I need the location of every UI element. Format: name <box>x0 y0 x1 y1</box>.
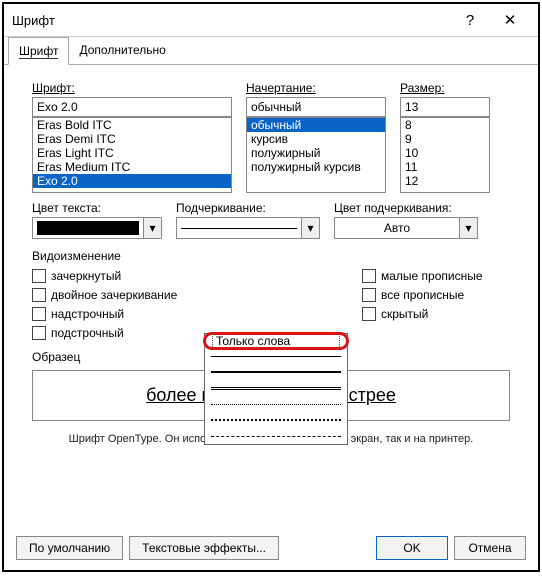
underline-option-single[interactable] <box>205 348 347 364</box>
tab-font-label: Шрифт <box>19 44 58 59</box>
underline-dropdown-list[interactable]: Только слова <box>204 333 348 445</box>
dialog-content: Шрифт: Eras Bold ITC Eras Demi ITC Eras … <box>4 65 538 453</box>
tab-strip: Шрифт Дополнительно <box>4 36 538 65</box>
font-listbox[interactable]: Eras Bold ITC Eras Demi ITC Eras Light I… <box>32 117 232 193</box>
list-item[interactable]: Eras Medium ITC <box>33 160 231 174</box>
underline-option-double[interactable] <box>205 380 347 396</box>
list-item[interactable]: Exo 2.0 <box>33 174 231 188</box>
font-color-combo[interactable]: ▾ <box>32 217 162 239</box>
color-swatch <box>37 221 139 235</box>
size-input[interactable] <box>400 97 490 117</box>
style-label: Начертание: <box>246 81 386 95</box>
check-double-strikethrough[interactable]: двойное зачеркивание <box>32 288 212 302</box>
chevron-down-icon: ▾ <box>143 218 161 238</box>
underline-label: Подчеркивание: <box>176 201 320 215</box>
font-input[interactable] <box>32 97 232 117</box>
list-item[interactable]: 10 <box>401 146 489 160</box>
chevron-down-icon: ▾ <box>459 218 477 238</box>
style-input[interactable] <box>246 97 386 117</box>
list-item[interactable]: обычный <box>247 118 385 132</box>
size-label: Размер: <box>400 81 490 95</box>
list-item[interactable]: 11 <box>401 160 489 174</box>
list-item[interactable]: Eras Demi ITC <box>33 132 231 146</box>
check-allcaps[interactable]: все прописные <box>362 288 483 302</box>
list-item[interactable]: Eras Bold ITC <box>33 118 231 132</box>
list-item[interactable]: 12 <box>401 174 489 188</box>
underline-color-label: Цвет подчеркивания: <box>334 201 478 215</box>
cancel-button[interactable]: Отмена <box>454 536 526 560</box>
list-item[interactable]: курсив <box>247 132 385 146</box>
list-item[interactable]: полужирный курсив <box>247 160 385 174</box>
underline-combo[interactable]: ▾ <box>176 217 320 239</box>
list-item[interactable]: 9 <box>401 132 489 146</box>
underline-color-value: Авто <box>335 218 459 238</box>
font-dialog: Шрифт ? ✕ Шрифт Дополнительно Шрифт: Era… <box>2 2 540 572</box>
effects-group-label: Видоизменение <box>32 249 510 263</box>
list-item[interactable]: 8 <box>401 118 489 132</box>
underline-option-dotted[interactable] <box>205 396 347 412</box>
underline-color-combo[interactable]: Авто ▾ <box>334 217 478 239</box>
check-hidden[interactable]: скрытый <box>362 307 483 321</box>
underline-option-thick[interactable] <box>205 364 347 380</box>
tab-font[interactable]: Шрифт <box>8 37 69 65</box>
chevron-down-icon: ▾ <box>301 218 319 238</box>
button-bar: По умолчанию Текстовые эффекты... OK Отм… <box>4 536 538 560</box>
window-title: Шрифт <box>12 13 450 28</box>
underline-option-dotted-thick[interactable] <box>205 412 347 428</box>
tab-advanced[interactable]: Дополнительно <box>69 37 175 64</box>
text-effects-button[interactable]: Текстовые эффекты... <box>129 536 279 560</box>
titlebar: Шрифт ? ✕ <box>4 4 538 36</box>
underline-sample <box>181 228 297 229</box>
check-smallcaps[interactable]: малые прописные <box>362 269 483 283</box>
list-item[interactable]: Eras Light ITC <box>33 146 231 160</box>
set-default-button[interactable]: По умолчанию <box>16 536 123 560</box>
help-button[interactable]: ? <box>450 6 490 34</box>
color-label: Цвет текста: <box>32 201 162 215</box>
underline-option-dashed[interactable] <box>205 428 347 444</box>
style-listbox[interactable]: обычный курсив полужирный полужирный кур… <box>246 117 386 193</box>
size-listbox[interactable]: 8 9 10 11 12 <box>400 117 490 193</box>
ok-button[interactable]: OK <box>376 536 448 560</box>
check-subscript[interactable]: подстрочный <box>32 326 212 340</box>
list-item[interactable]: полужирный <box>247 146 385 160</box>
underline-option-words-only[interactable]: Только слова <box>203 332 349 350</box>
tab-advanced-label: Дополнительно <box>79 43 165 57</box>
font-label: Шрифт: <box>32 81 232 95</box>
check-strikethrough[interactable]: зачеркнутый <box>32 269 212 283</box>
check-superscript[interactable]: надстрочный <box>32 307 212 321</box>
close-button[interactable]: ✕ <box>490 6 530 34</box>
